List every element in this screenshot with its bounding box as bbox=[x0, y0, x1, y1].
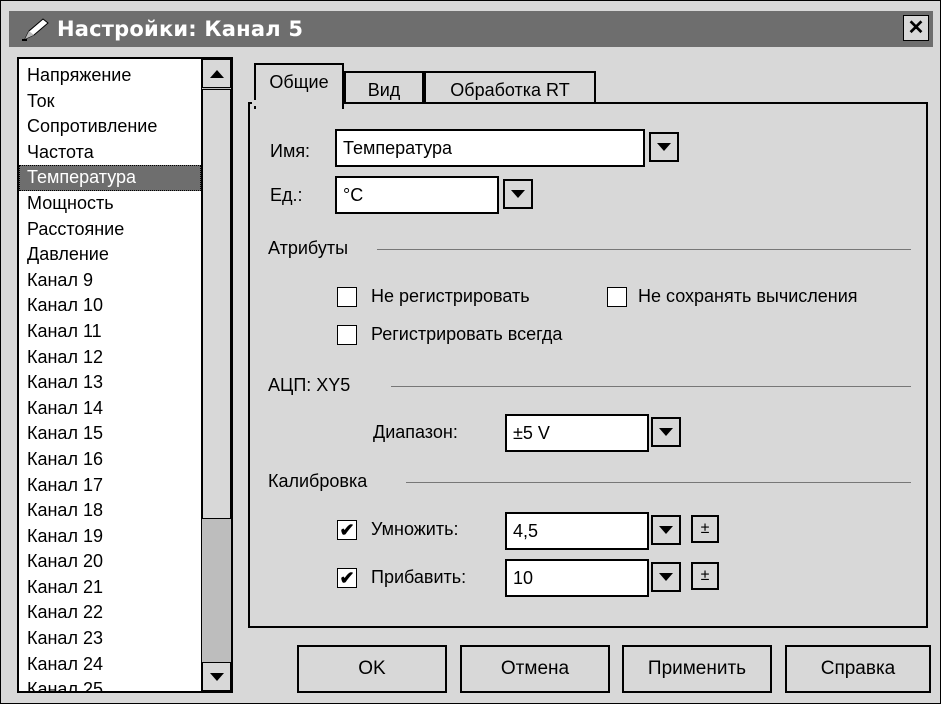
list-item[interactable]: Канал 14 bbox=[19, 396, 201, 422]
no-save-calc-label: Не сохранять вычисления bbox=[638, 286, 858, 306]
list-item[interactable]: Канал 9 bbox=[19, 268, 201, 294]
multiply-sign-button[interactable]: ± bbox=[691, 515, 719, 543]
list-item[interactable]: Частота bbox=[19, 140, 201, 166]
list-item[interactable]: Канал 13 bbox=[19, 370, 201, 396]
scroll-thumb[interactable] bbox=[202, 89, 231, 519]
window-title: Настройки: Канал 5 bbox=[57, 17, 304, 41]
list-item[interactable]: Температура bbox=[19, 165, 201, 191]
plus-minus-icon: ± bbox=[700, 520, 710, 537]
arrow-up-icon bbox=[209, 69, 224, 78]
pen-icon bbox=[22, 18, 49, 41]
list-item[interactable]: Канал 10 bbox=[19, 293, 201, 319]
always-register-label: Регистрировать всегда bbox=[371, 324, 563, 344]
chevron-down-icon bbox=[659, 428, 673, 436]
list-item[interactable]: Канал 22 bbox=[19, 600, 201, 626]
unit-label: Ед.: bbox=[270, 185, 303, 205]
vertical-scrollbar[interactable] bbox=[201, 59, 231, 691]
add-sign-button[interactable]: ± bbox=[691, 562, 719, 590]
add-check-icon: ✔ bbox=[339, 568, 355, 588]
add-dropdown-button[interactable] bbox=[651, 562, 681, 592]
no-register-checkbox[interactable] bbox=[337, 287, 357, 307]
multiply-dropdown-button[interactable] bbox=[651, 515, 681, 545]
add-field[interactable]: 10 bbox=[505, 559, 649, 597]
tab-view-label: Вид bbox=[367, 80, 401, 100]
range-label: Диапазон: bbox=[373, 422, 458, 442]
settings-dialog: Настройки: Канал 5 ✕ Напряжение Ток Сопрот… bbox=[0, 0, 941, 704]
multiply-field[interactable]: 4,5 bbox=[505, 512, 649, 550]
list-item[interactable]: Канал 11 bbox=[19, 319, 201, 345]
name-label-text: Имя: bbox=[270, 141, 311, 161]
apply-button[interactable]: Применить bbox=[622, 645, 772, 693]
chevron-down-icon bbox=[659, 573, 673, 581]
list-item[interactable]: Канал 20 bbox=[19, 549, 201, 575]
list-item[interactable]: Давление bbox=[19, 242, 201, 268]
chevron-down-icon bbox=[511, 190, 525, 198]
scroll-up-button[interactable] bbox=[202, 59, 231, 88]
list-item[interactable]: Канал 18 bbox=[19, 498, 201, 524]
list-item[interactable]: Ток bbox=[19, 89, 201, 115]
list-item[interactable]: Канал 15 bbox=[19, 421, 201, 447]
unit-dropdown-button[interactable] bbox=[503, 179, 533, 209]
list-item[interactable]: Канал 17 bbox=[19, 473, 201, 499]
channel-list-items: Напряжение Ток Сопротивление Частота Темпера… bbox=[19, 63, 201, 691]
list-item[interactable]: Сопротивление bbox=[19, 114, 201, 140]
name-dropdown-button[interactable] bbox=[649, 132, 679, 162]
add-label: Прибавить: bbox=[371, 567, 467, 587]
name-label: Имя: bbox=[270, 141, 310, 162]
name-field[interactable]: Температура bbox=[335, 129, 645, 167]
tab-general-label: Общие bbox=[269, 72, 329, 92]
list-item[interactable]: Канал 19 bbox=[19, 524, 201, 550]
tab-rt-processing-label: Обработка RT bbox=[450, 80, 570, 100]
active-tab-joint bbox=[252, 100, 340, 106]
list-item[interactable]: Канал 21 bbox=[19, 575, 201, 601]
always-register-checkbox[interactable] bbox=[337, 325, 357, 345]
attributes-header: Атрибуты bbox=[268, 238, 349, 258]
adc-header: АЦП: XY5 bbox=[268, 375, 351, 395]
ok-button[interactable]: OK bbox=[297, 645, 447, 693]
add-checkbox[interactable]: ✔ bbox=[337, 568, 357, 588]
list-item[interactable]: Канал 25 bbox=[19, 677, 201, 691]
range-dropdown-button[interactable] bbox=[651, 417, 681, 447]
list-item[interactable]: Канал 23 bbox=[19, 626, 201, 652]
no-save-calc-checkbox[interactable] bbox=[607, 287, 627, 307]
list-item[interactable]: Расстояние bbox=[19, 217, 201, 243]
no-register-label: Не регистрировать bbox=[371, 286, 530, 306]
attributes-divider bbox=[377, 249, 911, 250]
scroll-down-button[interactable] bbox=[202, 662, 231, 691]
adc-divider bbox=[391, 386, 911, 387]
help-button[interactable]: Справка bbox=[785, 645, 931, 693]
plus-minus-icon: ± bbox=[700, 567, 710, 584]
calibration-divider bbox=[406, 482, 911, 483]
title-bar[interactable]: Настройки: Канал 5 ✕ bbox=[9, 11, 933, 47]
unit-field[interactable]: °C bbox=[335, 176, 499, 214]
multiply-checkbox[interactable]: ✔ bbox=[337, 520, 357, 540]
channel-list[interactable]: Напряжение Ток Сопротивление Частота Темпера… bbox=[17, 57, 233, 693]
cancel-button[interactable]: Отмена bbox=[460, 645, 610, 693]
list-item[interactable]: Канал 12 bbox=[19, 345, 201, 371]
close-icon: ✕ bbox=[907, 17, 925, 39]
chevron-down-icon bbox=[657, 143, 671, 151]
calibration-header: Калибровка bbox=[268, 471, 368, 491]
multiply-check-icon: ✔ bbox=[339, 520, 355, 540]
arrow-down-icon bbox=[209, 672, 224, 681]
list-item[interactable]: Канал 24 bbox=[19, 652, 201, 678]
chevron-down-icon bbox=[659, 526, 673, 534]
list-item[interactable]: Мощность bbox=[19, 191, 201, 217]
list-item[interactable]: Напряжение bbox=[19, 63, 201, 89]
multiply-label: Умножить: bbox=[371, 519, 459, 539]
list-item[interactable]: Канал 16 bbox=[19, 447, 201, 473]
close-button[interactable]: ✕ bbox=[903, 15, 929, 41]
range-field[interactable]: ±5 V bbox=[505, 414, 649, 452]
